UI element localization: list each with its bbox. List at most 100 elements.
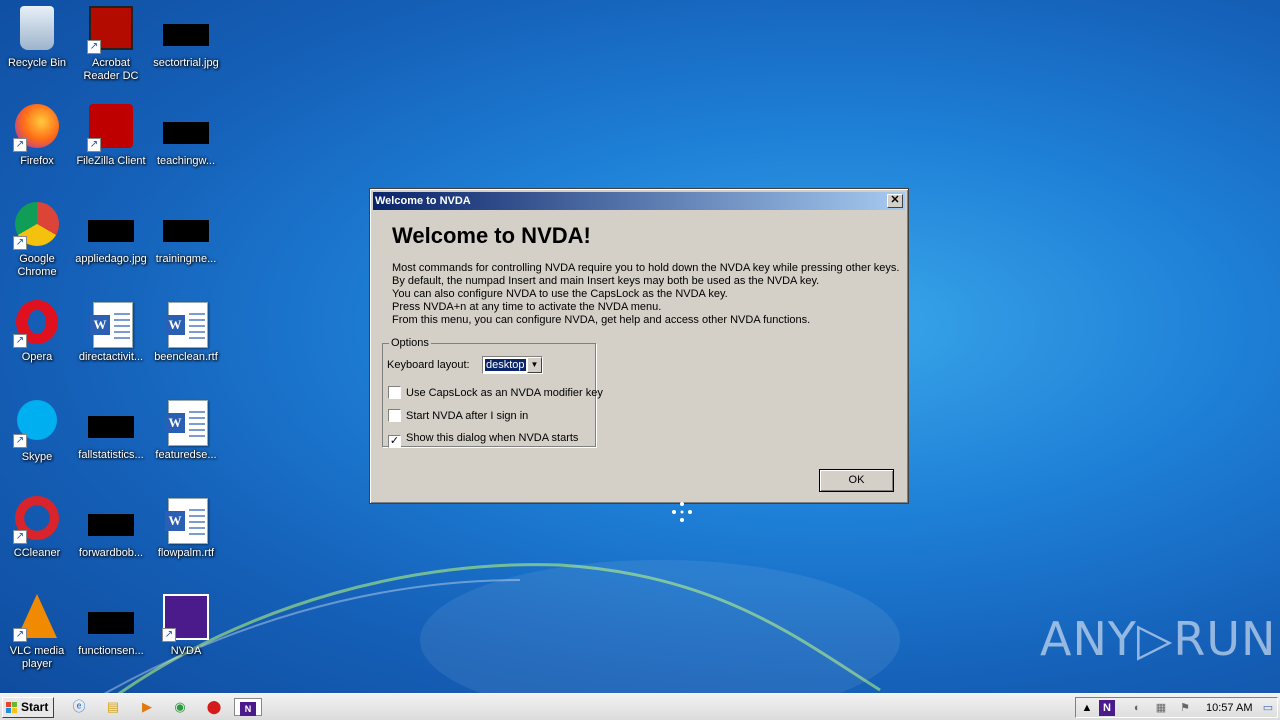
anyrun-watermark: ANY▷RUN	[1040, 612, 1277, 666]
volume-icon[interactable]: ◖	[1128, 700, 1144, 716]
redacted-file-icon	[87, 496, 135, 544]
explorer-icon[interactable]: ▤	[103, 698, 123, 716]
show-dialog-checkbox[interactable]: ✓ Show this dialog when NVDA starts	[388, 432, 578, 448]
ie-icon[interactable]: ⓔ	[69, 698, 89, 716]
nvda-welcome-dialog: Welcome to NVDA ✕ Welcome to NVDA! Most …	[369, 188, 909, 504]
checkbox-label: Use CapsLock as an NVDA modifier key	[406, 387, 603, 399]
word-doc-icon: W	[87, 300, 135, 348]
desktop-icon[interactable]: Wdirectactivit...	[74, 300, 148, 364]
show-desktop-icon[interactable]: ▭	[1260, 700, 1276, 716]
redacted-file-icon	[87, 202, 135, 250]
desktop-icon-label: VLC media player	[9, 645, 65, 670]
dialog-titlebar[interactable]: Welcome to NVDA ✕	[373, 192, 905, 210]
capslock-modifier-checkbox[interactable]: Use CapsLock as an NVDA modifier key	[388, 386, 603, 400]
shortcut-arrow-icon: ↗	[13, 138, 27, 152]
desktop-icon[interactable]: functionsen...	[74, 594, 148, 658]
redacted-file-icon	[162, 104, 210, 152]
desktop-icon-label: appliedago.jpg	[75, 253, 147, 265]
desktop-icon-label: flowpalm.rtf	[157, 547, 215, 559]
desktop-icon-label: FileZilla Client	[76, 155, 146, 167]
firefox-icon: ↗	[13, 104, 61, 152]
desktop-icon-label: forwardbob...	[78, 547, 144, 559]
dialog-body: Most commands for controlling NVDA requi…	[392, 262, 899, 327]
desktop-icon[interactable]: teachingw...	[149, 104, 223, 168]
ok-button[interactable]: OK	[819, 469, 894, 492]
desktop-icon[interactable]: fallstatistics...	[74, 398, 148, 462]
action-center-flag-icon[interactable]: ⚑	[1177, 700, 1193, 716]
desktop-icon[interactable]: sectortrial.jpg	[149, 6, 223, 70]
redacted-file-icon	[87, 594, 135, 642]
nvda-icon: N	[240, 702, 256, 716]
recycle-bin-icon	[13, 6, 61, 54]
desktop-icon[interactable]: forwardbob...	[74, 496, 148, 560]
dialog-title: Welcome to NVDA	[375, 195, 471, 207]
body-line: From this menu, you can configure NVDA, …	[392, 314, 811, 326]
shortcut-arrow-icon: ↗	[87, 138, 101, 152]
desktop-icon-label: trainingme...	[155, 253, 217, 265]
desktop-icon[interactable]: Wbeenclean.rtf	[149, 300, 223, 364]
desktop-icon-label: Recycle Bin	[7, 57, 67, 69]
shortcut-arrow-icon: ↗	[13, 236, 27, 250]
body-line: Most commands for controlling NVDA requi…	[392, 262, 900, 274]
shortcut-arrow-icon: ↗	[13, 628, 27, 642]
nvda-icon: ↗	[162, 594, 210, 642]
windows-logo-icon	[6, 702, 18, 714]
recycle-bin-icon-graphic	[20, 6, 54, 50]
desktop-icon[interactable]: ↗ Opera	[0, 300, 74, 364]
clock[interactable]: 10:57 AM	[1206, 702, 1252, 714]
checkbox-box[interactable]	[388, 386, 401, 399]
start-button[interactable]: Start	[2, 697, 54, 718]
desktop-icon[interactable]: ↗ FileZilla Client	[74, 104, 148, 168]
desktop-icon-label: teachingw...	[156, 155, 216, 167]
desktop-icon-label: functionsen...	[78, 645, 144, 657]
desktop-icon[interactable]: ↗ CCleaner	[0, 496, 74, 560]
body-line: You can also configure NVDA to use the C…	[392, 288, 728, 300]
opera-icon[interactable]: ⬤	[204, 698, 224, 716]
body-line: By default, the numpad Insert and main I…	[392, 275, 820, 287]
desktop-icon[interactable]: ↗ Google Chrome	[0, 202, 74, 279]
keyboard-layout-select[interactable]: desktop ▼	[482, 356, 543, 374]
desktop-icon[interactable]: ↗ Skype	[0, 398, 74, 464]
chrome-icon[interactable]: ◉	[170, 698, 190, 716]
nvda-tray-icon[interactable]: N	[1099, 700, 1115, 716]
opera-icon: ↗	[13, 300, 61, 348]
close-icon: ✕	[890, 194, 900, 206]
nvda-taskbar-button[interactable]: N	[234, 698, 262, 716]
start-after-signin-checkbox[interactable]: Start NVDA after I sign in	[388, 409, 528, 423]
checkbox-box[interactable]: ✓	[388, 435, 401, 448]
desktop-icon[interactable]: Wflowpalm.rtf	[149, 496, 223, 560]
desktop-icon[interactable]: Recycle Bin	[0, 6, 74, 70]
desktop-icon-label: NVDA	[170, 645, 202, 657]
desktop-icon-label: Google Chrome	[17, 253, 57, 278]
shortcut-arrow-icon: ↗	[162, 628, 176, 642]
body-line: Press NVDA+n at any time to activate the…	[392, 301, 662, 313]
keyboard-layout-value: desktop	[484, 358, 527, 372]
media-player-icon[interactable]: ▶	[137, 698, 157, 716]
shortcut-arrow-icon: ↗	[87, 40, 101, 54]
keyboard-layout-label: Keyboard layout:	[387, 359, 470, 371]
dialog-heading: Welcome to NVDA!	[392, 223, 591, 248]
desktop-icon-label: beenclean.rtf	[154, 351, 218, 363]
desktop-icon[interactable]: Wfeaturedse...	[149, 398, 223, 462]
desktop-icon[interactable]: trainingme...	[149, 202, 223, 266]
checkbox-box[interactable]	[388, 409, 401, 422]
desktop-icon-label: Firefox	[20, 155, 54, 167]
desktop-icon[interactable]: ↗ NVDA	[149, 594, 223, 658]
network-icon[interactable]: ▦	[1153, 700, 1169, 716]
checkbox-label: Start NVDA after I sign in	[406, 410, 529, 422]
desktop-icon[interactable]: appliedago.jpg	[74, 202, 148, 266]
desktop-icon-label: directactivit...	[78, 351, 144, 363]
chevron-down-icon[interactable]: ▼	[527, 357, 542, 373]
options-legend: Options	[389, 337, 431, 350]
desktop-icon[interactable]: ↗ VLC media player	[0, 594, 74, 671]
close-button[interactable]: ✕	[887, 194, 903, 208]
taskbar: Start ⓔ ▤ ▶ ◉ ⬤ N ▲ N ◖ ▦ ⚑ 10:57 AM ▭	[0, 693, 1280, 720]
skype-icon: ↗	[13, 400, 61, 448]
system-tray: ▲ N ◖ ▦ ⚑ 10:57 AM ▭	[1075, 697, 1278, 718]
desktop-icon[interactable]: ↗ Firefox	[0, 104, 74, 168]
redacted-file-icon	[87, 398, 135, 446]
desktop-icon[interactable]: ↗ Acrobat Reader DC	[74, 6, 148, 83]
show-hidden-icon[interactable]: ▲	[1079, 700, 1095, 716]
vlc-icon: ↗	[13, 594, 61, 642]
word-doc-icon: W	[162, 300, 210, 348]
